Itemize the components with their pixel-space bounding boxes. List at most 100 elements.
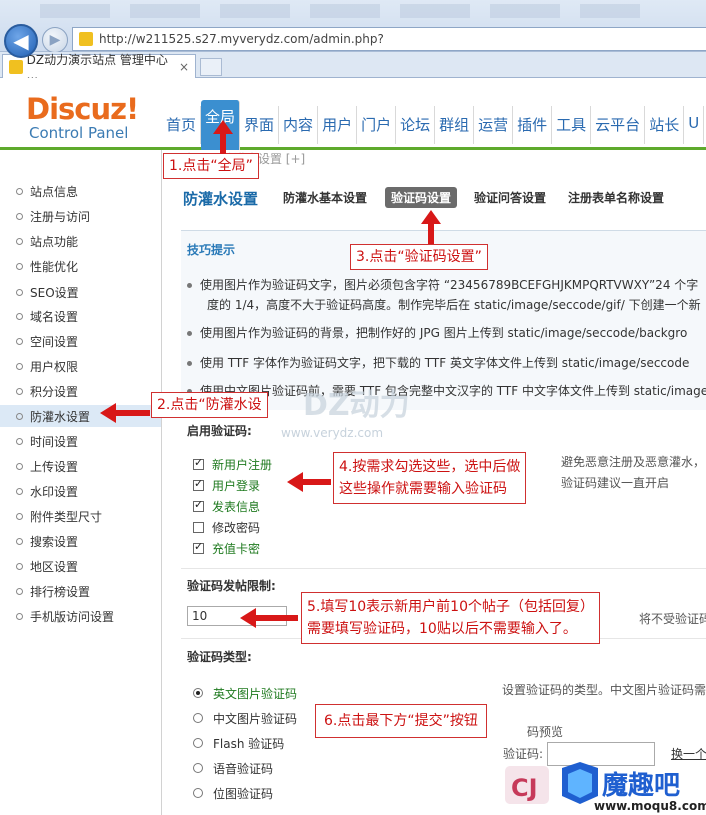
checkbox-password[interactable]: 修改密码 [193,518,260,536]
sidebar-item-permissions[interactable]: 用户权限 [16,355,78,377]
logo-main-text: Discuz! [26,92,139,126]
radio-flash[interactable]: Flash 验证码 [193,734,284,752]
sidebar-item-label: 用户权限 [30,359,79,374]
browser-tab[interactable]: DZ动力演示站点 管理中心 ... × [2,53,196,82]
cj-logo-text: CJ [511,774,538,802]
bullet-icon [16,412,23,420]
sidebar-item-space[interactable]: 空间设置 [16,330,78,352]
sidebar-item-attachment[interactable]: 附件类型尺寸 [16,505,102,527]
sidebar-item-watermark[interactable]: 水印设置 [16,480,78,502]
checkbox-checked[interactable] [193,540,204,554]
nav-interface[interactable]: 界面 [240,106,280,144]
sidebar: 站点信息 注册与访问 站点功能 性能优化 SEO设置 域名设置 空间设置 用户权… [0,150,162,815]
bullet-icon [16,237,23,245]
checkbox-register[interactable]: 新用户注册 [193,455,272,473]
sidebar-item-functions[interactable]: 站点功能 [16,230,78,252]
bullet-icon [16,337,23,345]
bullet-icon [16,512,23,520]
nav-group[interactable]: 群组 [435,106,475,144]
tab-qa[interactable]: 验证问答设置 [474,189,546,206]
radio-unselected[interactable] [193,738,203,748]
nav-webmaster[interactable]: 站长 [645,106,685,144]
limit-label: 验证码发帖限制: [187,579,276,593]
tab-bar: DZ动力演示站点 管理中心 ... × [0,52,706,82]
checkbox-checked[interactable] [193,477,204,491]
arrow-left-icon [100,403,150,423]
sidebar-item-credits[interactable]: 积分设置 [16,380,78,402]
bullet-icon [16,487,23,495]
radio-bitmap[interactable]: 位图验证码 [193,784,273,802]
sidebar-item-region[interactable]: 地区设置 [16,555,78,577]
preview-title: 码预览 [527,725,564,739]
callout-step-3: 3.点击“验证码设置” [350,244,488,270]
sidebar-item-label: 时间设置 [30,434,79,449]
sidebar-item-search[interactable]: 搜索设置 [16,530,78,552]
sidebar-item-time[interactable]: 时间设置 [16,430,78,452]
checkbox-login[interactable]: 用户登录 [193,476,260,494]
checkbox-checked[interactable] [193,456,204,470]
bullet-icon [16,387,23,395]
callout-step-5-line2: 需要填写验证码，10贴以后不需要输入了。 [307,621,577,637]
bullet-icon [16,212,23,220]
enable-note: 验证码建议一直开启 [561,476,670,490]
cj-logo: CJ [503,762,551,808]
sidebar-item-performance[interactable]: 性能优化 [16,255,78,277]
address-bar[interactable]: http://w211525.s27.myverydz.com/admin.ph… [72,27,706,51]
nav-plugins[interactable]: 插件 [513,106,553,144]
sidebar-item-label: 站点信息 [30,184,79,199]
bullet-icon [16,612,23,620]
nav-tools[interactable]: 工具 [552,106,592,144]
sidebar-item-register[interactable]: 注册与访问 [16,205,90,227]
checkbox-unchecked[interactable] [193,521,204,533]
back-arrow-icon[interactable]: ◀ [4,24,38,58]
sidebar-item-ranking[interactable]: 排行榜设置 [16,580,90,602]
callout-step-4-line2: 这些操作就需要输入验证码 [339,481,507,497]
callout-step-2: 2.点击“防灌水设 [151,392,268,418]
checkbox-label: 发表信息 [212,499,261,514]
callout-step-4: 4.按需求勾选这些，选中后做 这些操作就需要输入验证码 [333,452,527,504]
sidebar-item-upload[interactable]: 上传设置 [16,455,78,477]
enable-note: 避免恶意注册及恶意灌水， [561,455,706,469]
radio-selected[interactable] [193,688,203,698]
sidebar-item-seo[interactable]: SEO设置 [16,281,79,303]
checkbox-label: 修改密码 [212,520,261,535]
radio-audio[interactable]: 语音验证码 [193,759,273,777]
forward-arrow-icon[interactable]: ▶ [42,27,68,53]
radio-unselected[interactable] [193,763,203,773]
new-tab-button[interactable] [200,58,222,76]
radio-chinese[interactable]: 中文图片验证码 [193,709,297,727]
bullet-icon [16,288,23,296]
nav-forum[interactable]: 论坛 [396,106,436,144]
sidebar-item-domain[interactable]: 域名设置 [16,305,78,327]
tab-register-form[interactable]: 注册表单名称设置 [568,189,664,206]
nav-content[interactable]: 内容 [279,106,319,144]
sidebar-item-label: 手机版访问设置 [30,609,115,624]
sidebar-item-label: 站点功能 [30,234,79,249]
radio-unselected[interactable] [193,713,203,723]
tab-captcha[interactable]: 验证码设置 [385,187,458,208]
close-icon[interactable]: × [179,60,189,74]
enable-captcha-label: 启用验证码: [187,424,252,438]
sidebar-item-site-info[interactable]: 站点信息 [16,180,78,202]
nav-home[interactable]: 首页 [162,106,202,144]
arrow-left-icon [240,608,298,628]
bullet-icon [16,462,23,470]
watermark: DZ动力 [303,388,410,423]
radio-unselected[interactable] [193,788,203,798]
checkbox-recharge[interactable]: 充值卡密 [193,539,260,557]
nav-ucenter[interactable]: U [684,106,705,144]
page-title: 防灌水设置 [183,190,259,208]
checkbox-checked[interactable] [193,498,204,512]
checkbox-post[interactable]: 发表信息 [193,497,260,515]
nav-portal[interactable]: 门户 [357,106,397,144]
nav-cloud[interactable]: 云平台 [591,106,646,144]
sidebar-item-label: 水印设置 [30,484,79,499]
sidebar-item-label: 搜索设置 [30,534,79,549]
checkbox-label: 用户登录 [212,478,261,493]
radio-english[interactable]: 英文图片验证码 [193,684,297,702]
nav-users[interactable]: 用户 [318,106,358,144]
nav-operations[interactable]: 运营 [474,106,514,144]
sidebar-item-mobile[interactable]: 手机版访问设置 [16,605,114,627]
tip-line: 使用图片作为验证码的背景，把制作好的 JPG 图片上传到 static/imag… [187,324,687,341]
tab-basic[interactable]: 防灌水基本设置 [283,189,367,206]
